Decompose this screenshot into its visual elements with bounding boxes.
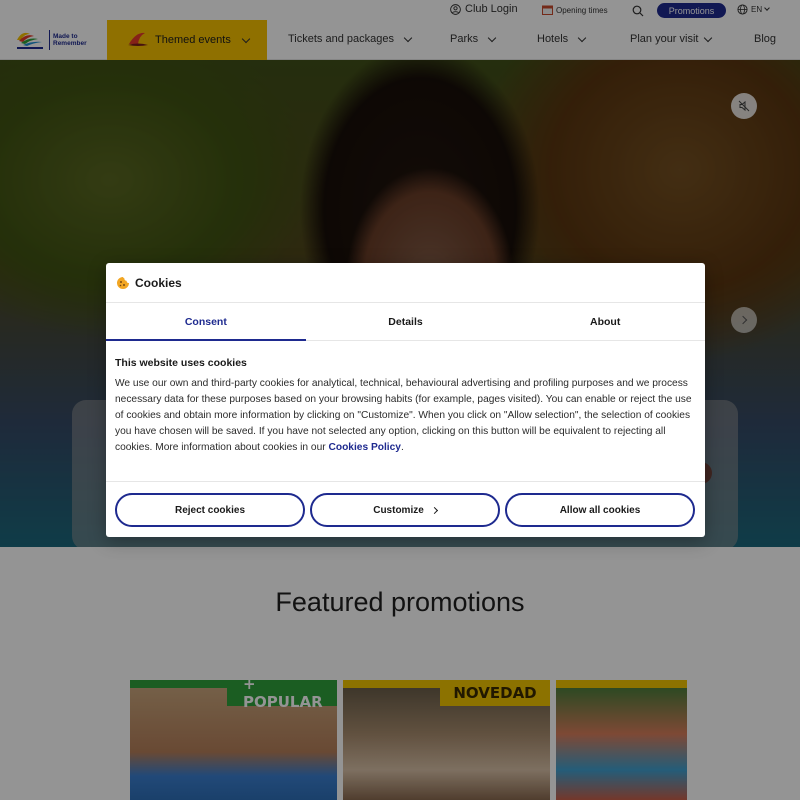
button-label: Allow all cookies <box>559 504 641 516</box>
tab-details[interactable]: Details <box>306 303 506 340</box>
allow-all-cookies-button[interactable]: Allow all cookies <box>505 493 695 527</box>
chevron-right-icon <box>430 506 438 514</box>
tab-about[interactable]: About <box>505 303 705 340</box>
button-label: Reject cookies <box>174 504 246 516</box>
dialog-heading: This website uses cookies <box>115 357 247 369</box>
reject-cookies-button[interactable]: Reject cookies <box>115 493 305 527</box>
cookie-consent-dialog: Cookies Consent Details About This websi… <box>106 263 705 537</box>
dialog-actions: Reject cookies Customize Allow all cooki… <box>115 493 695 527</box>
dialog-text-body: We use our own and third-party cookies f… <box>115 378 692 453</box>
dialog-body: This website uses cookies We use our own… <box>106 341 705 482</box>
customize-button[interactable]: Customize <box>310 493 500 527</box>
tab-label: Consent <box>184 315 227 328</box>
cookie-icon <box>117 276 129 289</box>
dialog-text: We use our own and third-party cookies f… <box>115 378 692 453</box>
tab-consent[interactable]: Consent <box>106 303 306 341</box>
dialog-header: Cookies <box>106 263 705 303</box>
dialog-title: Cookies <box>135 275 182 290</box>
tab-label: Details <box>388 315 423 328</box>
dialog-tabs: Consent Details About <box>106 303 705 341</box>
tab-label: About <box>590 315 621 328</box>
button-label: Customize <box>373 504 424 516</box>
cookies-policy-link[interactable]: Cookies Policy <box>329 442 401 453</box>
